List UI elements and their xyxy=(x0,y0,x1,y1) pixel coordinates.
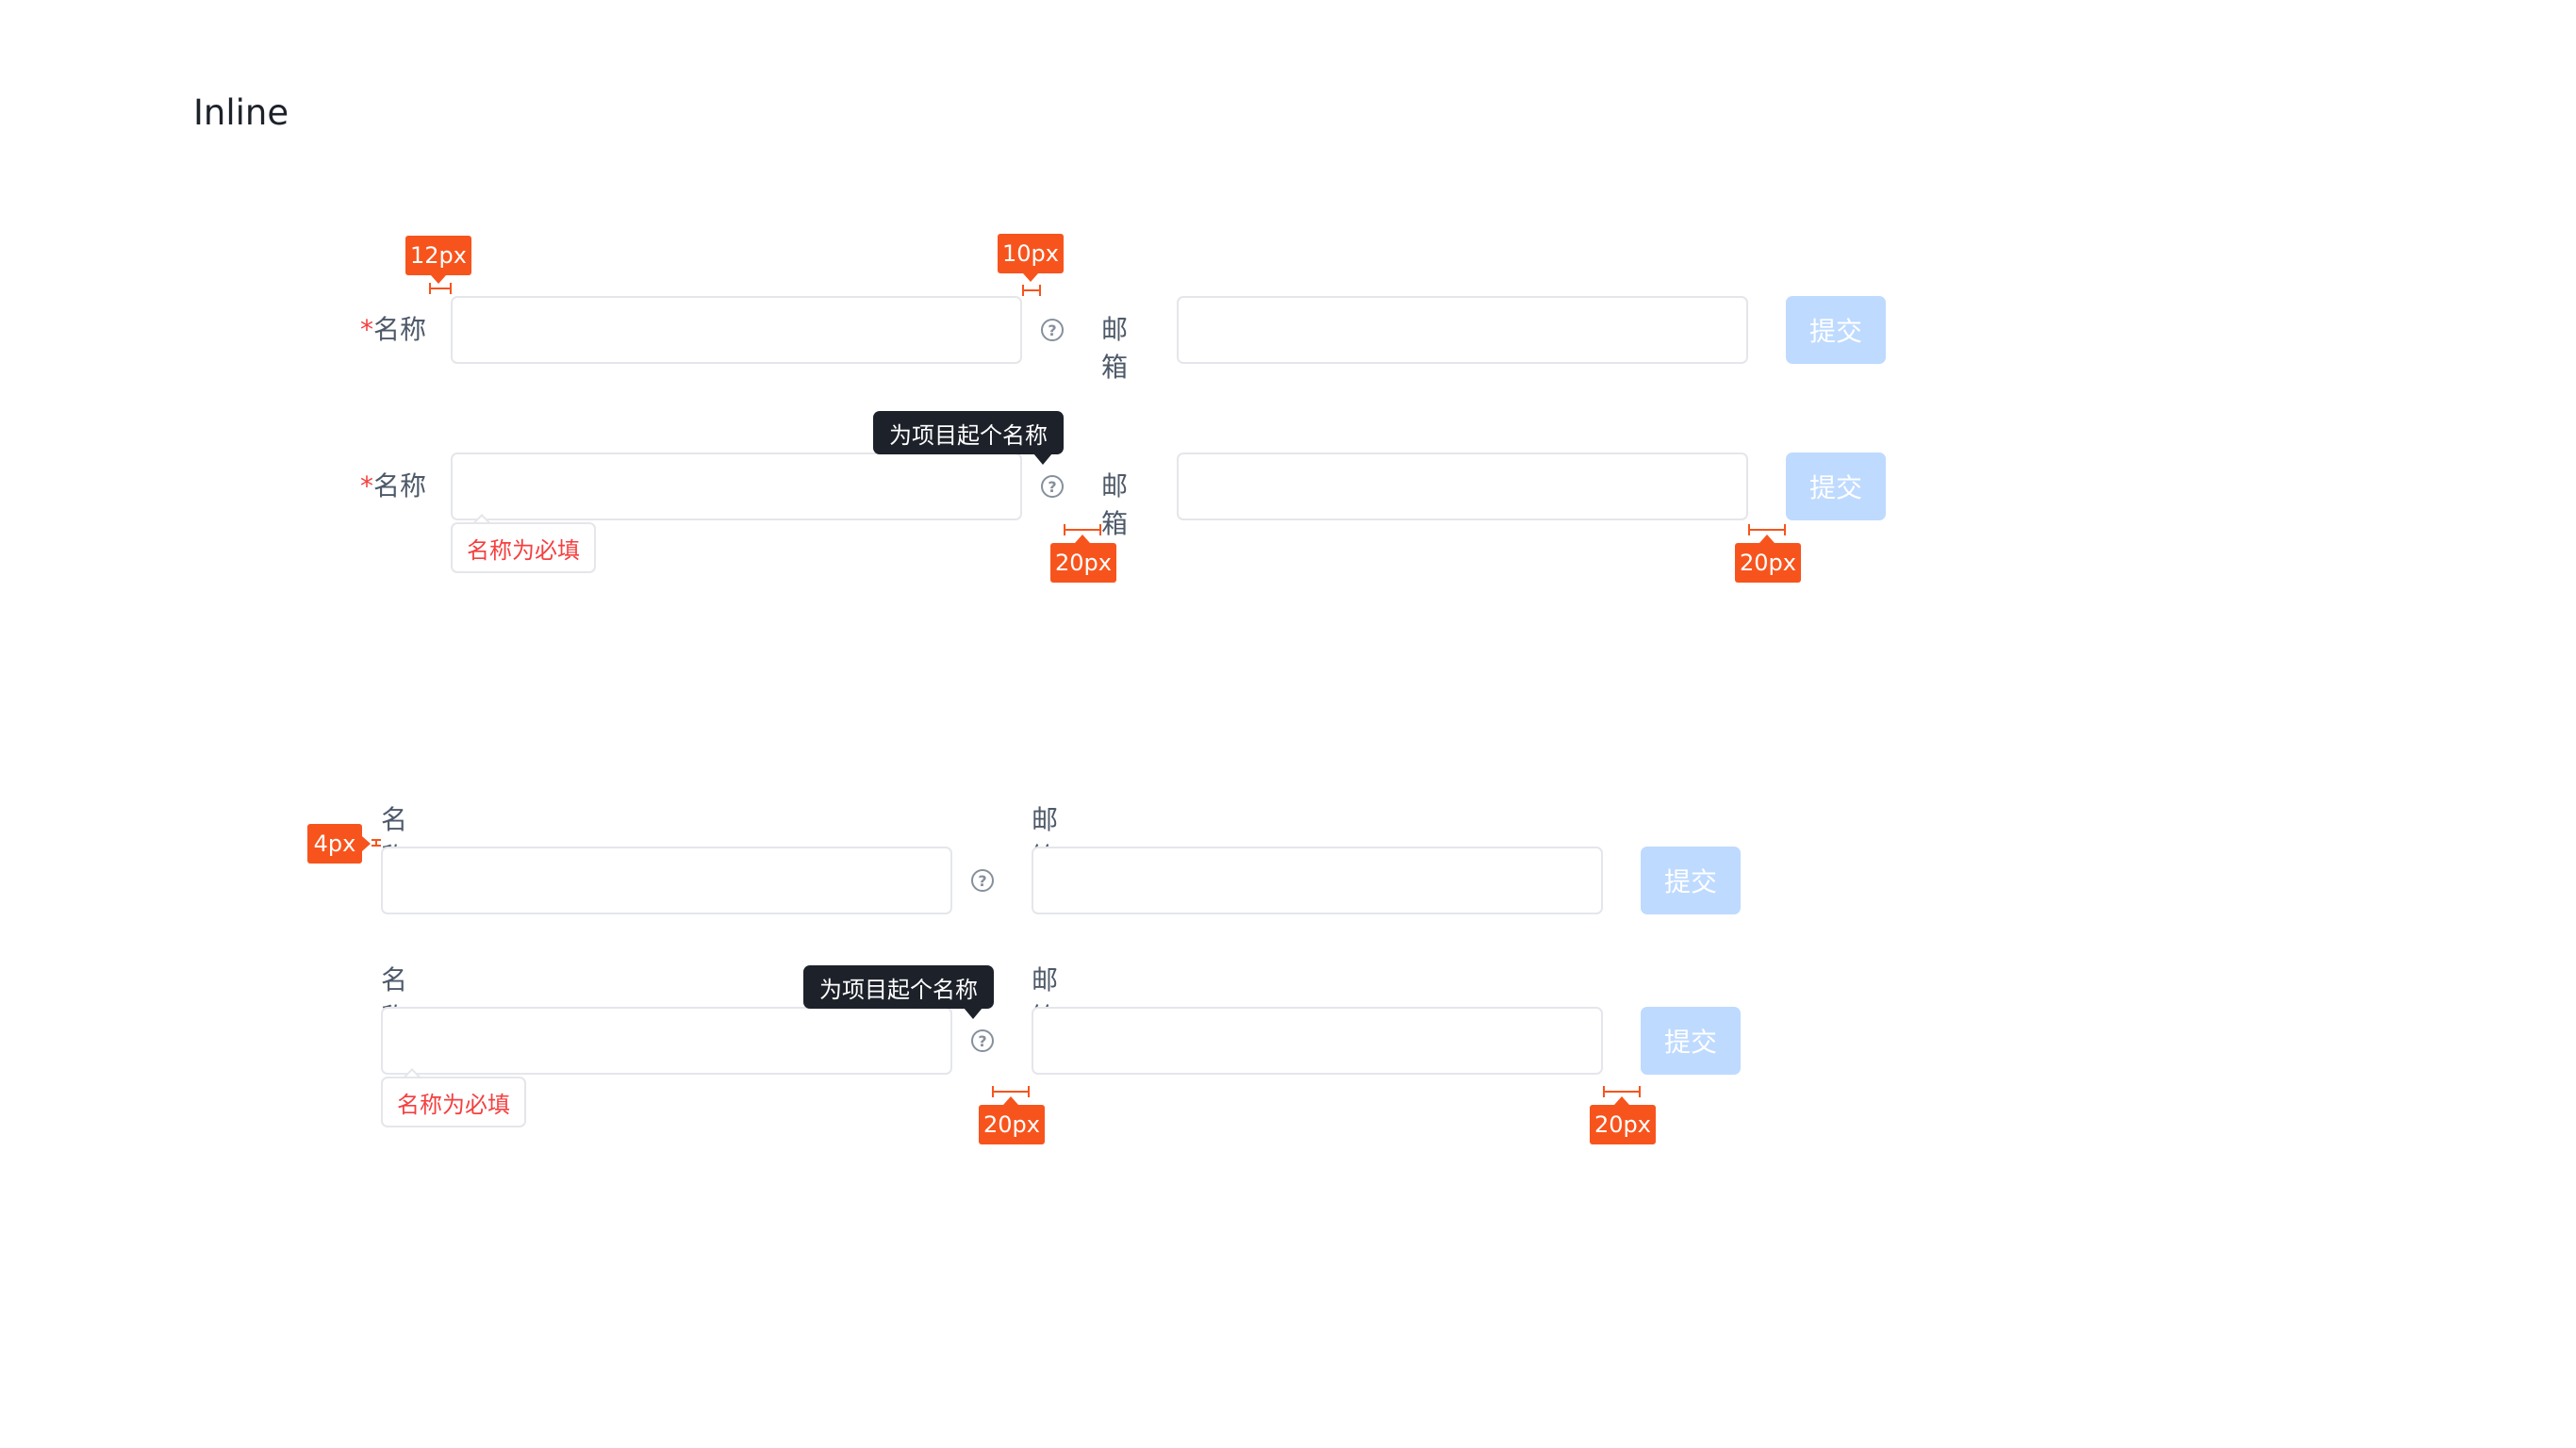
help-icon[interactable]: ? xyxy=(1041,319,1064,341)
annotation-badge-item-gap: 20px xyxy=(1590,1105,1656,1144)
email-input[interactable] xyxy=(1177,452,1748,520)
email-input[interactable] xyxy=(1177,296,1748,364)
annotation-pointer xyxy=(362,836,371,851)
help-tooltip: 为项目起个名称 xyxy=(873,411,1064,454)
name-label: *名称 xyxy=(360,468,445,505)
annotation-badge-vertical-gap: 4px xyxy=(307,824,362,864)
annotation-badge-item-gap: 20px xyxy=(979,1105,1045,1144)
submit-button[interactable]: 提交 xyxy=(1786,296,1886,364)
name-input[interactable] xyxy=(381,1007,952,1075)
help-icon[interactable]: ? xyxy=(971,1029,994,1052)
annotation-dimension-line xyxy=(372,839,381,847)
annotation-pointer xyxy=(1023,273,1038,282)
email-input[interactable] xyxy=(1032,847,1603,914)
help-glyph: ? xyxy=(1048,477,1057,496)
error-popover: 名称为必填 xyxy=(381,1077,526,1127)
annotation-dimension-line xyxy=(1022,285,1041,296)
submit-button[interactable]: 提交 xyxy=(1641,847,1741,914)
tooltip-arrow xyxy=(964,1008,983,1019)
required-mark: * xyxy=(360,470,373,502)
email-input[interactable] xyxy=(1032,1007,1603,1075)
submit-button[interactable]: 提交 xyxy=(1641,1007,1741,1075)
name-input[interactable] xyxy=(451,296,1022,364)
help-tooltip: 为项目起个名称 xyxy=(803,965,994,1009)
name-label-text: 名称 xyxy=(373,470,427,502)
section-title: Inline xyxy=(193,92,289,133)
email-label: 邮箱 xyxy=(1101,470,1129,539)
tooltip-arrow xyxy=(1033,453,1052,465)
help-icon[interactable]: ? xyxy=(971,869,994,892)
annotation-dimension-line xyxy=(429,283,452,294)
annotation-badge-item-gap: 20px xyxy=(1050,543,1116,583)
error-popover: 名称为必填 xyxy=(451,522,596,573)
annotation-badge-label-gap: 12px xyxy=(405,236,471,275)
required-mark: * xyxy=(360,314,373,345)
name-label-text: 名称 xyxy=(373,314,427,345)
annotation-pointer xyxy=(1759,535,1775,543)
name-input[interactable] xyxy=(451,452,1022,520)
annotation-pointer xyxy=(1003,1096,1018,1105)
annotation-badge-item-gap: 20px xyxy=(1735,543,1801,583)
annotation-pointer xyxy=(1075,535,1090,543)
annotation-badge-help-gap: 10px xyxy=(998,234,1064,273)
help-glyph: ? xyxy=(978,1031,987,1050)
annotation-pointer xyxy=(1614,1096,1629,1105)
email-label: 邮箱 xyxy=(1101,314,1129,383)
submit-button[interactable]: 提交 xyxy=(1786,452,1886,520)
help-glyph: ? xyxy=(1048,321,1057,339)
help-glyph: ? xyxy=(978,871,987,890)
help-icon[interactable]: ? xyxy=(1041,475,1064,498)
name-input[interactable] xyxy=(381,847,952,914)
name-label: *名称 xyxy=(360,311,445,349)
